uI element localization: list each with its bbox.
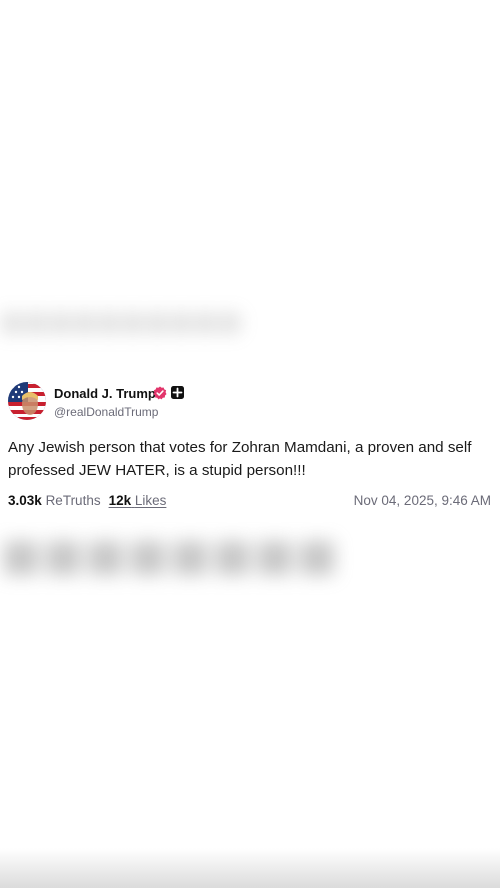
avatar[interactable] [8,382,46,420]
likes-count: 12k [108,493,132,508]
retruths-count: 3.03k [8,493,42,508]
blurred-background-bottom: ■■■■■■■■ [0,516,339,594]
post-text: Any Jewish person that votes for Zohran … [8,439,472,479]
bottom-shade [0,848,500,888]
retruths-stat[interactable]: 3.03k ReTruths [8,493,101,508]
verified-badge-icon [153,386,167,400]
bot-badge-icon [171,386,184,399]
likes-stat[interactable]: 12k Likes [109,493,167,508]
retruths-label: ReTruths [45,493,101,508]
post-stats: 3.03k ReTruths 12k Likes [8,493,166,508]
post-card: Donald J. Trump @realDonaldTrump Any Jew… [0,366,500,522]
blurred-background-top: ■■■■■■■■■■ [0,300,242,344]
post-timestamp[interactable]: Nov 04, 2025, 9:46 AM [354,493,491,508]
likes-label: Likes [134,493,167,508]
author-handle[interactable]: @realDonaldTrump [54,405,158,419]
author-name[interactable]: Donald J. Trump [54,386,156,401]
